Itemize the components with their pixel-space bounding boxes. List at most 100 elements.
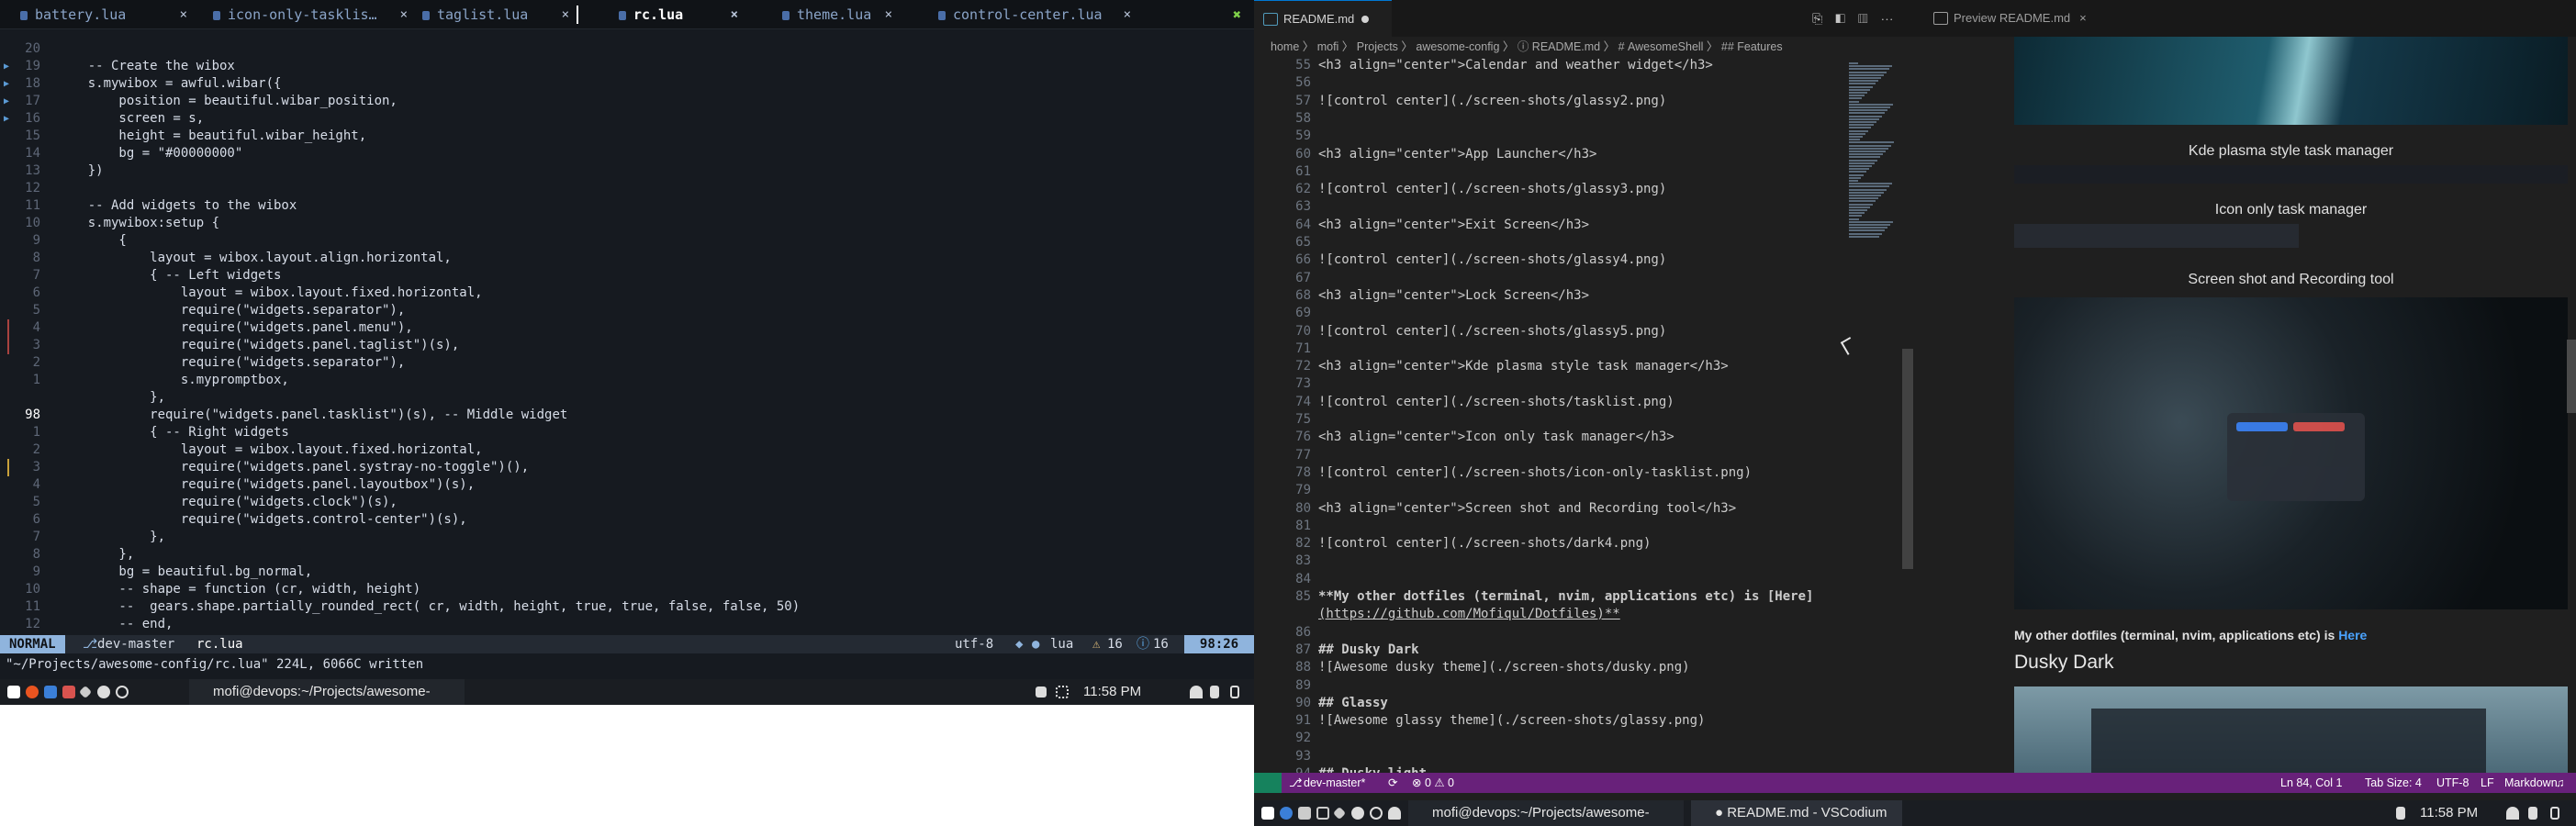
code-line[interactable]: 8 },: [0, 546, 1254, 564]
terminal-icon[interactable]: [62, 686, 75, 698]
code-line[interactable]: 10 s.mywibox:setup {: [0, 215, 1254, 232]
grid-icon[interactable]: [1056, 686, 1069, 698]
code-line[interactable]: 10 -- shape = function (cr, width, heigh…: [0, 581, 1254, 598]
problems[interactable]: ⊗ 0 ⚠ 0: [1412, 773, 1454, 793]
battery-icon[interactable]: [2550, 807, 2559, 820]
battery-icon[interactable]: [1230, 686, 1239, 698]
close-icon[interactable]: ×: [2079, 11, 2087, 25]
code-line[interactable]: 98 require("widgets.panel.tasklist")(s),…: [0, 407, 1254, 424]
eol[interactable]: LF: [2481, 773, 2494, 793]
code-line[interactable]: 4 require("widgets.panel.menu"),: [0, 319, 1254, 337]
encoding[interactable]: UTF-8: [2436, 773, 2469, 793]
code-line[interactable]: 5 require("widgets.clock")(s),: [0, 494, 1254, 511]
clock[interactable]: 11:58 PM: [2420, 800, 2478, 826]
code-line[interactable]: ▶ 17 position = beautiful.wibar_position,: [0, 93, 1254, 110]
tab-theme[interactable]: theme.lua ×: [782, 0, 892, 29]
diamond-icon[interactable]: [78, 685, 93, 699]
close-icon[interactable]: ×: [731, 0, 738, 29]
line-column[interactable]: Ln 84, Col 1: [2280, 773, 2342, 793]
bell-icon[interactable]: ♫: [2556, 773, 2564, 793]
code-line[interactable]: 3 require("widgets.panel.taglist")(s),: [0, 337, 1254, 354]
code-line[interactable]: },: [0, 389, 1254, 407]
code-line[interactable]: 15 height = beautiful.wibar_height,: [0, 128, 1254, 145]
wifi-icon[interactable]: [1190, 686, 1203, 698]
tab-readme[interactable]: README.md: [1254, 0, 1392, 37]
volume-icon[interactable]: [1210, 686, 1219, 698]
tray-icon[interactable]: [2396, 807, 2405, 820]
firefox-icon[interactable]: [26, 686, 39, 698]
close-icon[interactable]: ×: [1124, 0, 1131, 29]
tab-battery[interactable]: battery.lua ×: [20, 0, 204, 29]
dotfiles-link[interactable]: Here: [2338, 628, 2367, 642]
git-branch[interactable]: dev-master*: [1304, 773, 1365, 793]
tab-rc[interactable]: rc.lua ×: [619, 0, 738, 29]
code-editor[interactable]: 20 ▶ 19 -- Create the wibox ▶ 18 s.mywibox =…: [0, 40, 1254, 649]
remote-icon[interactable]: [1254, 773, 1282, 793]
code-line[interactable]: 3 require("widgets.panel.systray-no-togg…: [0, 459, 1254, 476]
code-line[interactable]: 11 -- Add widgets to the wibox: [0, 197, 1254, 215]
unsaved-dot-icon[interactable]: [1361, 16, 1370, 23]
menu-icon[interactable]: [7, 686, 20, 698]
code-line[interactable]: 5 require("widgets.separator"),: [0, 302, 1254, 319]
compass-icon[interactable]: [1351, 807, 1364, 820]
browser-icon[interactable]: [1280, 807, 1293, 820]
code-line[interactable]: 7 },: [0, 529, 1254, 546]
taskbar-window-vscodium[interactable]: ● README.md - VSCodium: [1691, 800, 1902, 826]
breadcrumb[interactable]: home 〉 mofi 〉 Projects 〉 awesome-config …: [1254, 37, 1908, 57]
tab-preview-readme[interactable]: Preview README.md ×: [1924, 0, 2108, 37]
markdown-editor[interactable]: 55 <h3 align="center">Calendar and weathe…: [1254, 57, 1908, 781]
code-line[interactable]: 14 bg = "#00000000": [0, 145, 1254, 162]
code-line[interactable]: ▶ 16 screen = s,: [0, 110, 1254, 128]
wifi-icon[interactable]: [2506, 807, 2519, 820]
code-line[interactable]: 2 layout = wibox.layout.fixed.horizontal…: [0, 441, 1254, 459]
close-all-icon[interactable]: ✖: [1233, 0, 1241, 29]
close-icon[interactable]: ×: [562, 0, 569, 29]
code-line[interactable]: 9 {: [0, 232, 1254, 250]
code-line[interactable]: 8 layout = wibox.layout.align.horizontal…: [0, 250, 1254, 267]
command-line[interactable]: "~/Projects/awesome-config/rc.lua" 224L,…: [6, 655, 423, 674]
settings-icon[interactable]: [116, 686, 129, 698]
vscodium-icon[interactable]: [44, 686, 57, 698]
code-icon[interactable]: [1298, 807, 1311, 820]
menu-icon[interactable]: [1261, 807, 1274, 820]
code-line[interactable]: 9 bg = beautiful.bg_normal,: [0, 564, 1254, 581]
taskbar-window-terminal[interactable]: mofi@devops:~/Projects/awesome-config: [189, 679, 465, 705]
code-line[interactable]: 1 s.mypromptbox,: [0, 372, 1254, 389]
code-line[interactable]: 11 -- gears.shape.partially_rounded_rect…: [0, 598, 1254, 616]
diamond-icon[interactable]: [1332, 806, 1347, 820]
send-icon[interactable]: [1036, 686, 1047, 698]
sync-icon[interactable]: ⟳: [1388, 773, 1397, 793]
github-icon[interactable]: [1388, 807, 1401, 820]
minimap[interactable]: [1831, 57, 1908, 773]
code-line[interactable]: 12 -- end,: [0, 616, 1254, 633]
settings-icon[interactable]: [1370, 807, 1383, 820]
language-mode[interactable]: Markdown: [2504, 773, 2558, 793]
code-line[interactable]: ▶ 18 s.mywibox = awful.wibar({: [0, 75, 1254, 93]
code-line[interactable]: 20: [0, 40, 1254, 58]
code-line[interactable]: ▶ 19 -- Create the wibox: [0, 58, 1254, 75]
tab-taglist[interactable]: taglist.lua ×: [422, 0, 569, 29]
compass-icon[interactable]: [97, 686, 110, 698]
code-line[interactable]: 13 }): [0, 162, 1254, 180]
markdown-preview[interactable]: Kde plasma style task manager Icon only …: [1924, 37, 2576, 773]
code-line[interactable]: 1 { -- Right widgets: [0, 424, 1254, 441]
volume-icon[interactable]: [2528, 807, 2537, 820]
close-icon[interactable]: ×: [400, 0, 408, 29]
code-line[interactable]: 2 require("widgets.separator"),: [0, 354, 1254, 372]
tab-size[interactable]: Tab Size: 4: [2365, 773, 2422, 793]
clock[interactable]: 11:58 PM: [1083, 679, 1141, 705]
code-line[interactable]: 4 require("widgets.panel.layoutbox")(s),: [0, 476, 1254, 494]
code-line[interactable]: 6 require("widgets.control-center")(s),: [0, 511, 1254, 529]
tab-control-center[interactable]: control-center.lua ×: [938, 0, 1131, 29]
code-line[interactable]: 6 layout = wibox.layout.fixed.horizontal…: [0, 285, 1254, 302]
preview-scrollbar[interactable]: [2567, 340, 2576, 413]
editor-scrollbar[interactable]: [1902, 349, 1913, 569]
editor-actions[interactable]: ⎘◧▥⋯: [1812, 11, 1907, 27]
close-icon[interactable]: ×: [885, 0, 892, 29]
code-line[interactable]: 12: [0, 180, 1254, 197]
code-line[interactable]: 7 { -- Left widgets: [0, 267, 1254, 285]
tab-icon-only-tasklist[interactable]: icon-only-tasklis… ×: [213, 0, 408, 29]
close-icon[interactable]: ×: [180, 0, 187, 29]
taskbar-window-terminal[interactable]: mofi@devops:~/Projects/awesome-config: [1408, 800, 1684, 826]
terminal-icon[interactable]: [1316, 807, 1329, 820]
